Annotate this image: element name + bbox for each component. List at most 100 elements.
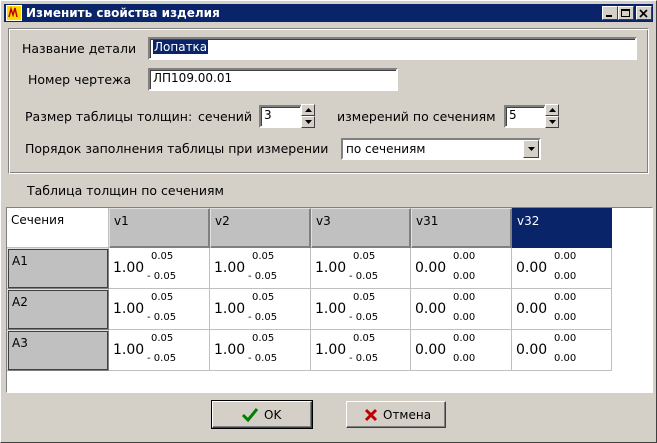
cell-upper-tolerance: 0.05 <box>353 333 376 344</box>
maximize-button[interactable] <box>618 6 634 20</box>
cell-upper-tolerance: 0.05 <box>353 251 376 262</box>
ok-button-label: OK <box>264 408 282 422</box>
sections-spinner[interactable] <box>301 104 315 128</box>
column-header-v1[interactable]: v1 <box>109 208 210 248</box>
fill-order-label: Порядок заполнения таблицы при измерении <box>25 141 329 156</box>
drawing-number-label: Номер чертежа <box>28 72 131 87</box>
measurements-spin-up[interactable] <box>545 104 559 116</box>
cell-value: 1.00 <box>113 342 145 358</box>
close-icon <box>639 9 648 18</box>
cell-upper-tolerance: 0.00 <box>554 333 577 344</box>
cancel-button[interactable]: Отмена <box>346 401 446 428</box>
cell-lower-tolerance: 0.00 <box>554 271 577 282</box>
table-cell[interactable]: 1.00 0.05 - 0.05 <box>210 330 311 371</box>
cell-lower-tolerance: - 0.05 <box>248 312 278 323</box>
maximize-icon <box>621 9 630 17</box>
ok-button[interactable]: OK <box>211 400 313 429</box>
arrow-down-icon <box>549 120 556 124</box>
cell-lower-tolerance: - 0.05 <box>248 353 278 364</box>
table-cell[interactable]: 1.00 0.05 - 0.05 <box>109 289 210 330</box>
dialog-window: Изменить свойства изделия Название детал… <box>0 0 657 443</box>
cell-lower-tolerance: 0.00 <box>554 312 577 323</box>
cell-value: 1.00 <box>214 260 246 276</box>
cell-upper-tolerance: 0.00 <box>554 251 577 262</box>
fill-order-value: по сечениям <box>346 142 426 156</box>
table-cell[interactable]: 0.00 0.00 0.00 <box>411 248 512 289</box>
close-button[interactable] <box>636 6 652 20</box>
cell-value: 1.00 <box>214 301 246 317</box>
drawing-number-value: ЛП109.00.01 <box>153 71 233 85</box>
cell-value: 1.00 <box>315 342 347 358</box>
cell-value: 0.00 <box>415 342 447 358</box>
table-cell[interactable]: 1.00 0.05 - 0.05 <box>210 248 311 289</box>
measurements-spinner[interactable] <box>545 104 559 128</box>
minimize-icon <box>606 15 612 17</box>
measurements-input[interactable]: 5 <box>504 105 546 128</box>
thickness-table[interactable]: Сечения v1 v2 v3 v31 v32 A1 A2 A3 1.00 0.… <box>6 207 653 393</box>
table-cell[interactable]: 1.00 0.05 - 0.05 <box>311 248 411 289</box>
chevron-down-icon <box>528 147 535 151</box>
cell-upper-tolerance: 0.05 <box>252 333 275 344</box>
fill-order-select[interactable]: по сечениям <box>341 138 541 160</box>
cell-upper-tolerance: 0.05 <box>353 292 376 303</box>
part-name-value: Лопатка <box>153 40 209 54</box>
checkmark-icon <box>241 408 259 423</box>
cell-value: 1.00 <box>315 301 347 317</box>
table-cell[interactable]: 1.00 0.05 - 0.05 <box>109 330 210 371</box>
table-size-label: Размер таблицы толщин: <box>25 109 193 124</box>
cell-upper-tolerance: 0.05 <box>151 251 174 262</box>
cell-value: 1.00 <box>315 260 347 276</box>
row-header-a3[interactable]: A3 <box>7 330 109 371</box>
cell-lower-tolerance: - 0.05 <box>147 271 177 282</box>
window-title: Изменить свойства изделия <box>26 6 220 20</box>
cell-lower-tolerance: 0.00 <box>453 312 476 323</box>
cell-upper-tolerance: 0.00 <box>453 333 476 344</box>
part-name-input[interactable]: Лопатка <box>148 37 637 60</box>
fill-order-dropdown-button[interactable] <box>523 140 539 158</box>
cell-upper-tolerance: 0.05 <box>151 292 174 303</box>
table-cell[interactable]: 1.00 0.05 - 0.05 <box>311 289 411 330</box>
sections-value: 3 <box>264 108 272 122</box>
measurements-label: измерений по сечениям <box>337 109 496 124</box>
sections-spin-down[interactable] <box>301 116 315 128</box>
drawing-number-input[interactable]: ЛП109.00.01 <box>148 68 398 91</box>
column-header-v2[interactable]: v2 <box>210 208 311 248</box>
cell-value: 0.00 <box>516 342 548 358</box>
column-header-v3[interactable]: v3 <box>311 208 411 248</box>
cell-lower-tolerance: - 0.05 <box>147 312 177 323</box>
part-name-label: Название детали <box>22 41 137 56</box>
cell-value: 1.00 <box>113 260 145 276</box>
cell-value: 0.00 <box>415 301 447 317</box>
row-header-a2[interactable]: A2 <box>7 289 109 330</box>
table-cell[interactable]: 0.00 0.00 0.00 <box>411 289 512 330</box>
cell-value: 0.00 <box>516 301 548 317</box>
cell-upper-tolerance: 0.05 <box>151 333 174 344</box>
table-cell[interactable]: 0.00 0.00 0.00 <box>411 330 512 371</box>
sections-input[interactable]: 3 <box>259 105 302 128</box>
table-corner-header: Сечения <box>7 208 109 248</box>
table-cell[interactable]: 0.00 0.00 0.00 <box>512 289 612 330</box>
minimize-button[interactable] <box>602 6 618 20</box>
arrow-up-icon <box>305 108 312 112</box>
table-cell[interactable]: 1.00 0.05 - 0.05 <box>210 289 311 330</box>
cell-lower-tolerance: - 0.05 <box>349 271 379 282</box>
title-bar[interactable]: Изменить свойства изделия <box>4 4 653 22</box>
cell-upper-tolerance: 0.00 <box>453 292 476 303</box>
table-cell[interactable]: 1.00 0.05 - 0.05 <box>109 248 210 289</box>
table-cell[interactable]: 0.00 0.00 0.00 <box>512 248 612 289</box>
column-header-v31[interactable]: v31 <box>411 208 512 248</box>
cell-upper-tolerance: 0.00 <box>554 292 577 303</box>
cell-upper-tolerance: 0.05 <box>252 292 275 303</box>
cell-lower-tolerance: - 0.05 <box>147 353 177 364</box>
cell-upper-tolerance: 0.00 <box>453 251 476 262</box>
cell-value: 0.00 <box>415 260 447 276</box>
column-header-v32[interactable]: v32 <box>512 208 612 248</box>
table-cell[interactable]: 1.00 0.05 - 0.05 <box>311 330 411 371</box>
measurements-spin-down[interactable] <box>545 116 559 128</box>
row-header-a1[interactable]: A1 <box>7 248 109 289</box>
cancel-button-label: Отмена <box>383 408 432 422</box>
table-cell[interactable]: 0.00 0.00 0.00 <box>512 330 612 371</box>
sections-spin-up[interactable] <box>301 104 315 116</box>
arrow-down-icon <box>305 120 312 124</box>
cell-value: 0.00 <box>516 260 548 276</box>
